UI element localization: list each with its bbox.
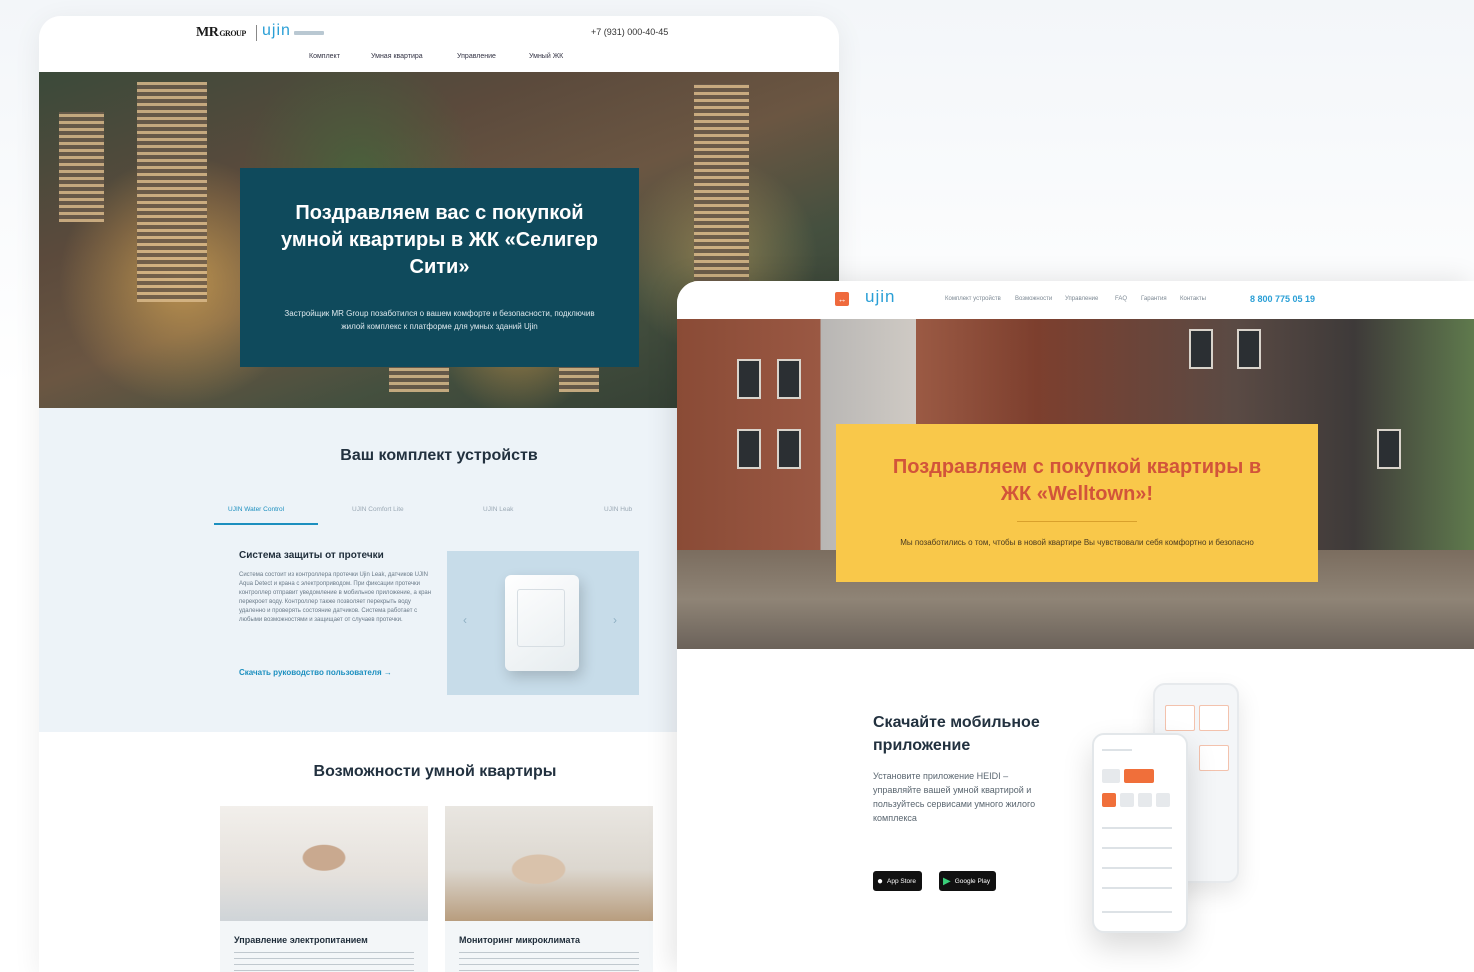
device-title: Система защиты от протечки xyxy=(239,550,384,561)
nav-item-smart-apartment[interactable]: Умная квартира xyxy=(371,53,457,60)
feature-label: Мониторинг микроклимата xyxy=(459,935,580,945)
hero-card: Поздравляем вас с покупкой умной квартир… xyxy=(240,168,639,367)
header-phone[interactable]: 8 800 775 05 19 xyxy=(1250,294,1315,304)
hero-card: Поздравляем с покупкой квартиры в ЖК «We… xyxy=(836,424,1318,582)
app-line xyxy=(1102,847,1172,849)
apple-icon: ● xyxy=(877,875,884,887)
heidi-logo-icon[interactable]: ↔ xyxy=(835,292,849,306)
hero-title: Поздравляем вас с покупкой умной квартир… xyxy=(281,202,598,278)
feature-image-couple xyxy=(445,806,653,921)
feature-text xyxy=(459,952,639,972)
ujin-logo-tagline xyxy=(294,31,324,35)
feature-image-woman-phone xyxy=(220,806,428,921)
app-tile xyxy=(1138,793,1152,807)
nav-item-warranty[interactable]: Гарантия xyxy=(1141,296,1167,302)
nav-item-features[interactable]: Возможности xyxy=(1015,296,1052,302)
building-window xyxy=(777,429,801,469)
app-tile xyxy=(1120,793,1134,807)
building-shape xyxy=(59,112,104,222)
nav-item-control[interactable]: Управление xyxy=(1065,296,1098,302)
app-tile xyxy=(1102,769,1120,783)
app-tile xyxy=(1199,745,1229,771)
header-phone[interactable]: +7 (931) 000-40-45 xyxy=(591,27,668,37)
logo-group-text: GROUP xyxy=(219,29,246,38)
tab-comfort-lite[interactable]: UJIN Comfort Lite xyxy=(352,506,404,513)
feature-label: Управление электропитанием xyxy=(234,935,368,945)
main-nav: Комплект устройств Возможности Управлени… xyxy=(945,296,1210,306)
tab-water-control[interactable]: UJIN Water Control xyxy=(228,506,284,513)
hero-image-street: Поздравляем с покупкой квартиры в ЖК «We… xyxy=(677,319,1474,649)
app-line xyxy=(1102,887,1172,889)
google-play-icon: ▶ xyxy=(943,875,951,887)
hero-divider xyxy=(1017,521,1137,522)
google-play-button[interactable]: ▶ Google Play xyxy=(939,871,997,891)
building-window xyxy=(777,359,801,399)
app-description: Установите приложение HEIDI – управляйте… xyxy=(873,771,1036,823)
chevron-right-icon[interactable]: › xyxy=(613,613,617,627)
feature-card-power[interactable]: Управление электропитанием xyxy=(220,806,428,972)
ujin-logo[interactable]: ujin xyxy=(865,287,895,307)
mr-group-logo[interactable]: MRGROUP xyxy=(196,25,246,41)
chevron-left-icon[interactable]: ‹ xyxy=(463,613,467,627)
nav-item-smart-complex[interactable]: Умный ЖК xyxy=(529,53,589,60)
app-line xyxy=(1102,911,1172,913)
page-welltown: ↔ ujin Комплект устройств Возможности Уп… xyxy=(677,281,1474,972)
building-window xyxy=(1237,329,1261,369)
building-shape xyxy=(137,82,207,302)
app-line xyxy=(1102,867,1172,869)
hero-subtitle: Мы позаботились о том, чтобы в новой ква… xyxy=(900,538,1254,547)
tab-hub[interactable]: UJIN Hub xyxy=(604,506,632,513)
ujin-logo[interactable]: ujin xyxy=(262,22,291,40)
logo-mr-text: MR xyxy=(196,25,219,40)
app-tile xyxy=(1156,793,1170,807)
feature-card-climate[interactable]: Мониторинг микроклимата xyxy=(445,806,653,972)
main-nav: Комплект Умная квартира Управление Умный… xyxy=(309,53,589,60)
app-tile-active xyxy=(1102,793,1116,807)
building-window xyxy=(737,429,761,469)
device-tabs: UJIN Water Control UJIN Comfort Lite UJI… xyxy=(214,506,664,526)
phone-mockup-front xyxy=(1092,733,1188,933)
header: ↔ ujin Комплект устройств Возможности Уп… xyxy=(677,281,1474,319)
building-window xyxy=(1189,329,1213,369)
app-store-button[interactable]: ● App Store xyxy=(873,871,922,891)
hero-subtitle: Застройщик MR Group позаботился о вашем … xyxy=(284,309,595,331)
app-store-label: App Store xyxy=(887,877,916,885)
download-manual-link[interactable]: Скачать руководство пользователя → xyxy=(239,668,392,677)
nav-item-kit[interactable]: Комплект xyxy=(309,53,371,60)
device-image: ‹ › xyxy=(447,551,639,695)
nav-item-control[interactable]: Управление xyxy=(457,53,529,60)
building-window xyxy=(737,359,761,399)
google-play-label: Google Play xyxy=(954,877,991,885)
app-tile-active xyxy=(1124,769,1154,783)
app-line xyxy=(1102,749,1132,751)
active-tab-indicator xyxy=(214,523,318,525)
nav-item-contacts[interactable]: Контакты xyxy=(1180,296,1206,302)
nav-item-faq[interactable]: FAQ xyxy=(1115,296,1127,302)
tab-leak[interactable]: UJIN Leak xyxy=(483,506,513,513)
app-title: Скачайте мобильное приложение xyxy=(873,714,1040,754)
building-window xyxy=(1377,429,1401,469)
logo-divider xyxy=(256,25,257,41)
hero-title: Поздравляем с покупкой квартиры в ЖК «We… xyxy=(892,456,1262,505)
app-tile xyxy=(1199,705,1229,731)
header: MRGROUP ujin +7 (931) 000-40-45 Комплект… xyxy=(39,16,839,72)
nav-item-kit[interactable]: Комплект устройств xyxy=(945,296,1001,302)
device-description: Система состоит из контроллера протечки … xyxy=(239,572,432,623)
app-tile xyxy=(1165,705,1195,731)
building-shape xyxy=(694,84,749,284)
leak-controller-device xyxy=(505,575,579,671)
app-line xyxy=(1102,827,1172,829)
feature-text xyxy=(234,952,414,972)
